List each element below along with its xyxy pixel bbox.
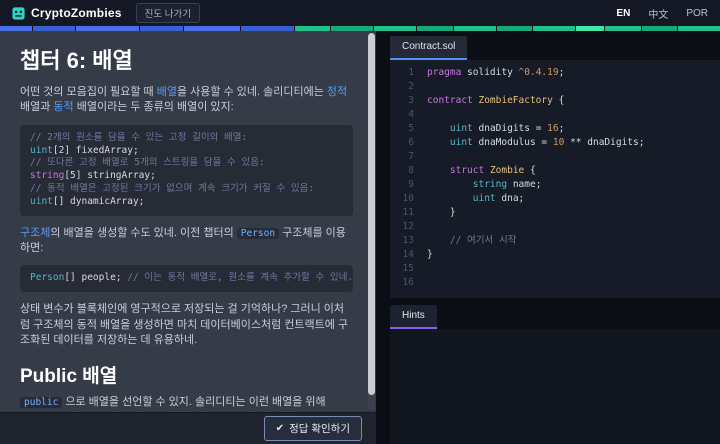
solidity-editor[interactable]: 1 pragma solidity ^0.4.19; 2 3 contract Zom… — [390, 60, 720, 298]
progress-exit-button[interactable]: 진도 나가기 — [135, 3, 200, 23]
check-answer-label: 정답 확인하기 — [289, 423, 350, 435]
hints-tabbar: Hints — [390, 305, 720, 329]
lesson-code-struct-array: Person[] people; // 이는 동적 배열로, 원소를 계속 추가… — [20, 265, 353, 293]
editor-tabbar: Contract.sol — [390, 36, 720, 60]
logo[interactable]: CryptoZombies — [12, 6, 122, 20]
lesson-scrollbar-thumb[interactable] — [368, 33, 375, 395]
section-heading-public-arrays: Public 배열 — [20, 366, 118, 388]
language-switcher: EN 中文 POR — [616, 6, 708, 21]
lesson-panel: 챕터 6: 배열 어떤 것의 모음집이 필요할 때 배열을 사용할 수 있네. … — [0, 31, 376, 444]
answer-bar: ✔ 정답 확인하기 — [0, 412, 376, 444]
lesson-paragraph-public: public 으로 배열을 선언할 수 있지. 솔리디티는 이런 배열을 위해 … — [20, 395, 353, 412]
app-root: CryptoZombies 진도 나가기 EN 中文 POR 챕터 6: 배열 … — [0, 0, 720, 444]
lesson-code-array-types: // 2개의 원소를 담을 수 있는 고정 길이의 배열: uint[2] fix… — [20, 124, 353, 216]
tab-contract-sol[interactable]: Contract.sol — [390, 36, 468, 60]
chapter-title: 챕터 6: 배열 — [20, 48, 133, 73]
lesson-paragraph-struct-array: 구조체의 배열을 생성할 수도 있네. 이전 챕터의 Person 구조체를 이… — [20, 226, 346, 255]
lesson-content: 챕터 6: 배열 어떤 것의 모음집이 필요할 때 배열을 사용할 수 있네. … — [0, 31, 367, 412]
lesson-paragraph-state-vars: 상태 변수가 블록체인에 영구적으로 저장되는 걸 기억하나? 그러니 이처럼 … — [20, 303, 349, 347]
lang-en[interactable]: EN — [616, 8, 630, 19]
hints-panel — [390, 329, 720, 444]
lang-zh[interactable]: 中文 — [648, 6, 668, 21]
lesson-paragraph-intro: 어떤 것의 모음집이 필요할 때 배열을 사용할 수 있네. 솔리디티에는 정적… — [20, 86, 348, 114]
checkmark-icon: ✔ — [275, 423, 285, 434]
tab-hints[interactable]: Hints — [390, 305, 437, 329]
top-nav: CryptoZombies 진도 나가기 EN 中文 POR — [0, 0, 720, 26]
main-area: 챕터 6: 배열 어떤 것의 모음집이 필요할 때 배열을 사용할 수 있네. … — [0, 31, 720, 444]
editor-panel: Contract.sol 1 pragma solidity ^0.4.19; 2 … — [376, 31, 720, 444]
lesson-scrollbar[interactable] — [368, 33, 375, 410]
logo-text: CryptoZombies — [31, 6, 122, 20]
check-answer-button[interactable]: ✔ 정답 확인하기 — [263, 416, 362, 441]
cryptozombies-logo-icon — [12, 6, 25, 20]
lang-pt[interactable]: POR — [686, 8, 708, 19]
